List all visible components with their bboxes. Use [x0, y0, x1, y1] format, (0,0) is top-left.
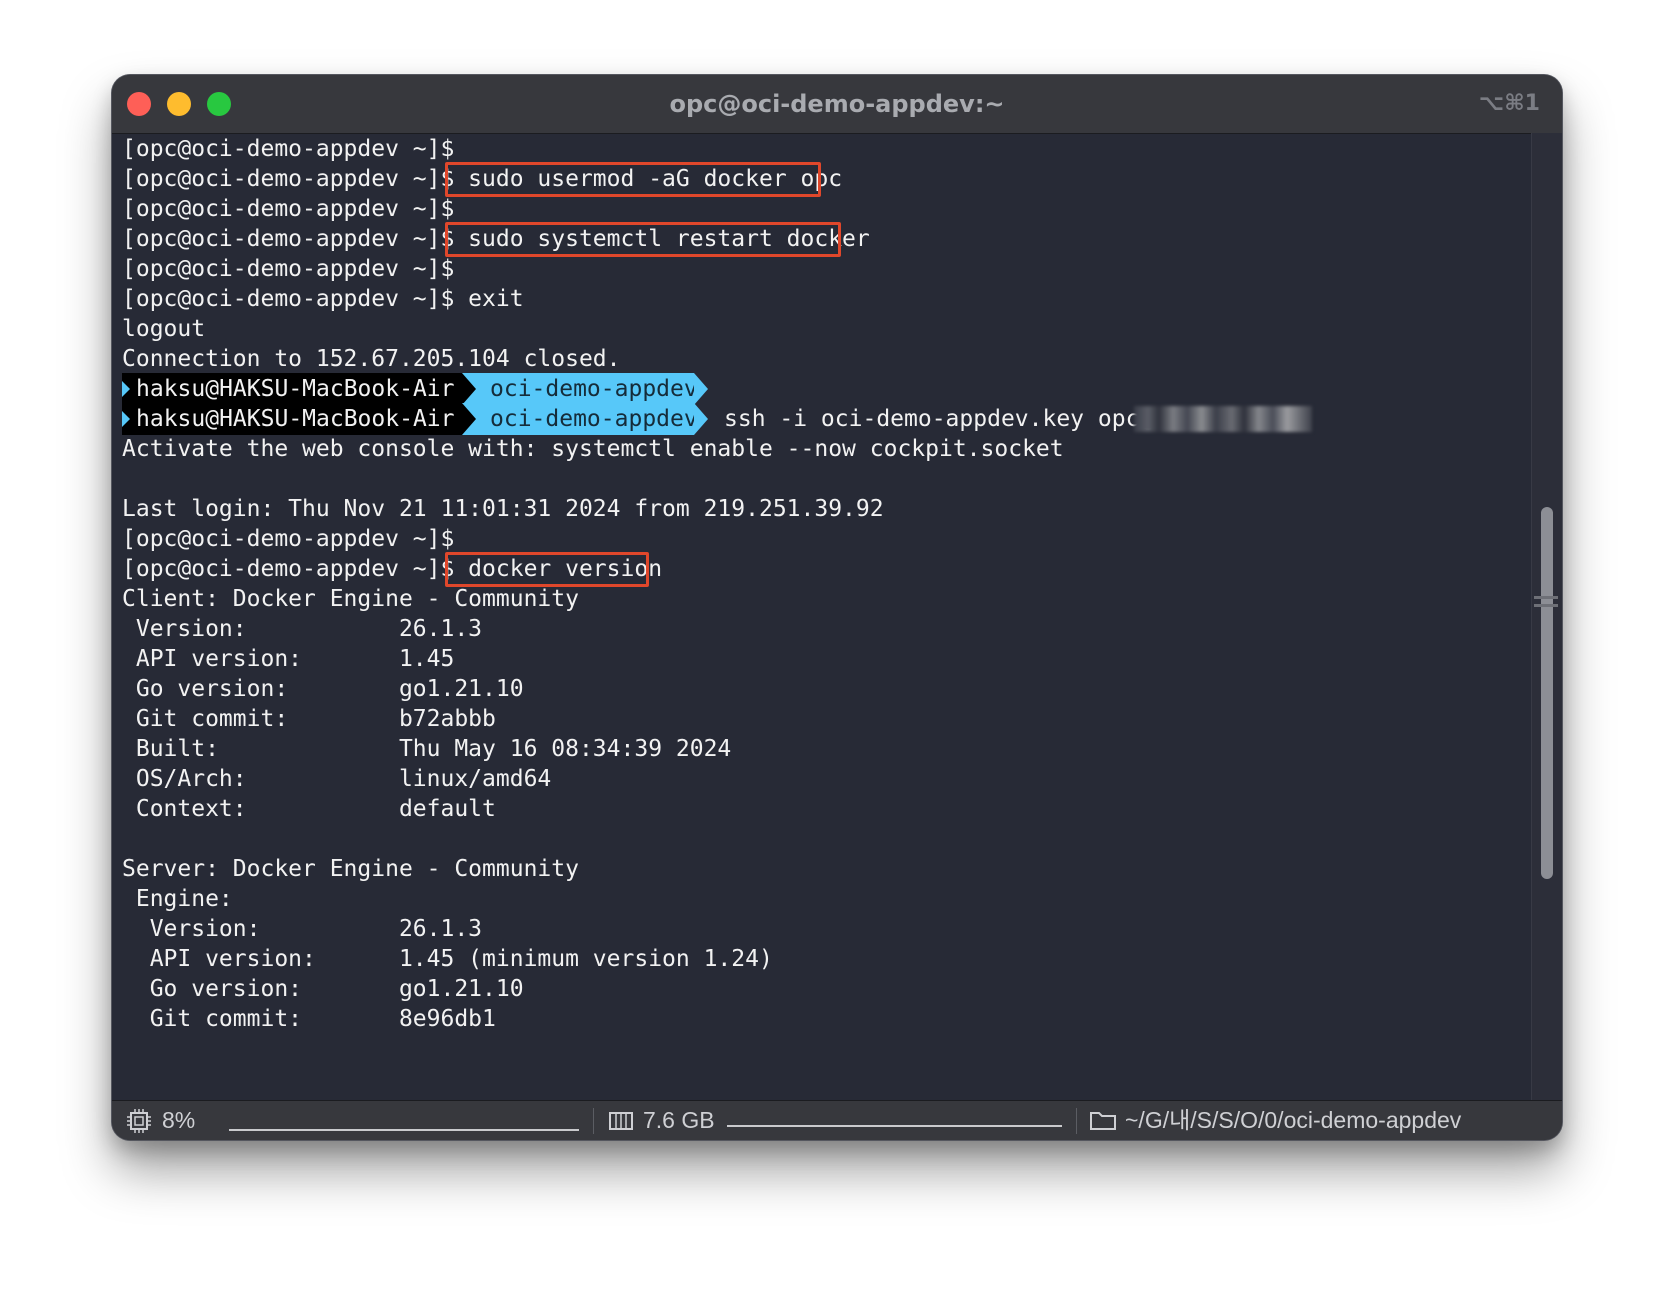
title-bar: opc@oci-demo-appdev:~ ⌥⌘1 — [112, 75, 1562, 134]
terminal-line: Engine: — [122, 886, 233, 912]
cpu-sparkline — [229, 1129, 579, 1131]
memory-usage: 7.6 GB — [643, 1107, 715, 1133]
ssh-command: ssh -i oci-demo-appdev.key opc@ — [724, 406, 1154, 432]
terminal-window: opc@oci-demo-appdev:~ ⌥⌘1 [opc@oci-demo-… — [112, 75, 1562, 1140]
scroll-grip-icon — [1534, 604, 1558, 607]
highlight-docker-version — [445, 552, 649, 587]
scrollbar-thumb[interactable] — [1541, 507, 1553, 879]
terminal-line: Connection to 152.67.205.104 closed. — [122, 346, 621, 372]
terminal-line: logout — [122, 316, 206, 342]
status-bar: 8% 7.6 GB ~/G/내/S/S/O/0/oci-demo-appdev — [112, 1100, 1562, 1140]
cpu-usage: 8% — [162, 1107, 196, 1133]
prompt-caret-icon — [122, 411, 130, 427]
terminal-line: Git commit: 8e96db1 — [122, 1006, 496, 1032]
terminal-line: Version: 26.1.3 — [122, 916, 483, 942]
prompt-host: haksu@HAKSU-MacBook-Air — [136, 406, 455, 432]
folder-icon — [1090, 1112, 1116, 1130]
terminal-line: [opc@oci-demo-appdev ~]$ — [122, 196, 455, 222]
current-path[interactable]: ~/G/내/S/S/O/0/oci-demo-appdev — [1125, 1101, 1461, 1140]
status-divider — [1076, 1108, 1077, 1134]
terminal-line: Server: Docker Engine - Community — [122, 856, 579, 882]
terminal-line: OS/Arch: linux/amd64 — [122, 766, 552, 792]
terminal-line: Go version: go1.21.10 — [122, 676, 524, 702]
window-title: opc@oci-demo-appdev:~ — [669, 90, 1005, 118]
terminal-line: Client: Docker Engine - Community — [122, 586, 579, 612]
scrollbar[interactable] — [1531, 133, 1562, 1103]
terminal-line: Go version: go1.21.10 — [122, 976, 524, 1002]
memory-sparkline — [727, 1125, 1062, 1127]
terminal-line: [opc@oci-demo-appdev ~]$ exit — [122, 286, 524, 312]
terminal-output[interactable]: [opc@oci-demo-appdev ~]$ [opc@oci-demo-a… — [122, 133, 1522, 1103]
terminal-line: Git commit: b72abbb — [122, 706, 496, 732]
terminal-line: Last login: Thu Nov 21 11:01:31 2024 fro… — [122, 496, 884, 522]
terminal-line: [opc@oci-demo-appdev ~]$ — [122, 526, 455, 552]
terminal-line: Version: 26.1.3 — [122, 616, 483, 642]
prompt-host-segment: haksu@HAKSU-MacBook-Air — [122, 403, 462, 435]
terminal-line: Built: Thu May 16 08:34:39 2024 — [122, 736, 732, 762]
prompt-dir: oci-demo-appdev — [490, 406, 698, 432]
prompt-caret-icon — [122, 381, 130, 397]
highlight-restart — [445, 222, 841, 257]
cpu-icon — [127, 1109, 151, 1133]
terminal-line: [opc@oci-demo-appdev ~]$ — [122, 136, 455, 162]
terminal-line: API version: 1.45 (minimum version 1.24) — [122, 946, 773, 972]
scroll-grip-icon — [1534, 596, 1558, 599]
prompt-host: haksu@HAKSU-MacBook-Air — [136, 376, 455, 402]
terminal-line: Context: default — [122, 796, 496, 822]
redacted-ip — [1134, 406, 1312, 432]
memory-icon — [609, 1112, 633, 1130]
terminal-line: Activate the web console with: systemctl… — [122, 436, 1064, 462]
prompt-dir: oci-demo-appdev — [490, 376, 698, 402]
prompt-dir-segment: oci-demo-appdev — [462, 373, 708, 405]
highlight-usermod — [445, 162, 821, 197]
prompt-dir-segment: oci-demo-appdev — [462, 403, 708, 435]
status-divider — [593, 1108, 594, 1134]
prompt-host-segment: haksu@HAKSU-MacBook-Air — [122, 373, 462, 405]
terminal-line: API version: 1.45 — [122, 646, 455, 672]
window-shortcut: ⌥⌘1 — [1478, 91, 1540, 116]
terminal-line: [opc@oci-demo-appdev ~]$ — [122, 256, 455, 282]
